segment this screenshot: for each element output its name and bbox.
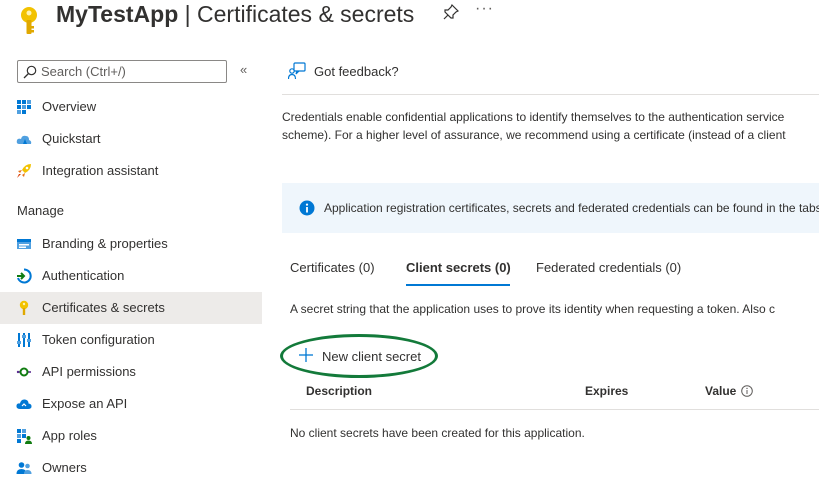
search-input[interactable] bbox=[41, 63, 221, 80]
sidebar-item-app-roles[interactable]: App roles bbox=[0, 420, 262, 452]
sidebar-item-overview[interactable]: Overview bbox=[0, 91, 262, 123]
sidebar-item-label: Token configuration bbox=[42, 332, 155, 347]
key-icon bbox=[19, 300, 29, 315]
plus-icon bbox=[299, 348, 313, 362]
sidebar-item-branding[interactable]: Branding & properties bbox=[0, 228, 262, 260]
sidebar-item-api-permissions[interactable]: API permissions bbox=[0, 356, 262, 388]
info-banner: Application registration certificates, s… bbox=[282, 183, 819, 233]
new-client-secret-button[interactable]: New client secret bbox=[286, 338, 446, 376]
sidebar-item-authentication[interactable]: Authentication bbox=[0, 260, 262, 292]
sidebar-item-label: API permissions bbox=[42, 364, 136, 379]
token-icon bbox=[17, 333, 31, 347]
sidebar-item-quickstart[interactable]: Quickstart bbox=[0, 123, 262, 155]
search-icon bbox=[23, 65, 37, 79]
sidebar-item-label: Overview bbox=[42, 99, 97, 114]
app-name: MyTestApp bbox=[56, 1, 179, 27]
sidebar-item-label: Branding & properties bbox=[42, 236, 168, 251]
pin-icon[interactable] bbox=[443, 4, 459, 20]
secrets-table-header: Description Expires Value bbox=[290, 380, 819, 410]
active-tab-indicator bbox=[406, 284, 510, 286]
sidebar-item-label: Authentication bbox=[42, 268, 125, 283]
column-header-expires: Expires bbox=[585, 384, 629, 398]
branding-icon bbox=[17, 239, 31, 249]
info-banner-text: Application registration certificates, s… bbox=[324, 201, 819, 215]
toolbar-divider bbox=[282, 94, 819, 95]
description-line: Credentials enable confidential applicat… bbox=[282, 110, 785, 124]
sidebar-item-expose-api[interactable]: Expose an API bbox=[0, 388, 262, 420]
sidebar-item-label: Integration assistant bbox=[42, 163, 159, 178]
rocket-icon bbox=[17, 164, 31, 178]
owners-icon bbox=[16, 462, 32, 474]
cloud-icon bbox=[16, 399, 32, 409]
sidebar-item-label: Certificates & secrets bbox=[42, 300, 165, 315]
sidebar: « Overview Quickstart Integration assist… bbox=[0, 56, 262, 479]
authentication-icon bbox=[17, 268, 32, 284]
tab-federated-credentials[interactable]: Federated credentials (0) bbox=[536, 260, 681, 275]
feedback-label: Got feedback? bbox=[314, 64, 399, 79]
info-icon bbox=[299, 200, 315, 216]
page-title-text: Certificates & secrets bbox=[197, 1, 415, 27]
sidebar-item-certificates-secrets[interactable]: Certificates & secrets bbox=[0, 292, 262, 324]
section-title-manage: Manage bbox=[17, 203, 64, 218]
description-line: scheme). For a higher level of assurance… bbox=[282, 128, 786, 142]
client-secret-description: A secret string that the application use… bbox=[290, 302, 775, 316]
column-header-description: Description bbox=[306, 384, 373, 398]
page-description: Credentials enable confidential applicat… bbox=[282, 108, 819, 144]
empty-table-message: No client secrets have been created for … bbox=[290, 426, 585, 440]
key-icon bbox=[21, 7, 37, 34]
more-options-button[interactable]: ··· bbox=[475, 0, 494, 18]
page-header: MyTestApp | Certificates & secrets ··· bbox=[0, 0, 819, 44]
collapse-sidebar-button[interactable]: « bbox=[240, 62, 247, 77]
sidebar-item-label: Expose an API bbox=[42, 396, 128, 411]
feedback-icon bbox=[288, 62, 306, 80]
title-separator: | bbox=[178, 1, 198, 27]
quickstart-icon bbox=[16, 135, 32, 144]
sidebar-item-integration-assistant[interactable]: Integration assistant bbox=[0, 155, 262, 187]
main-content: Got feedback? Credentials enable confide… bbox=[262, 44, 819, 479]
tab-certificates[interactable]: Certificates (0) bbox=[290, 260, 375, 275]
search-box[interactable] bbox=[17, 60, 227, 83]
sidebar-item-token-configuration[interactable]: Token configuration bbox=[0, 324, 262, 356]
app-roles-icon bbox=[17, 429, 32, 444]
overview-icon bbox=[17, 100, 31, 114]
column-header-value: Value bbox=[705, 384, 737, 398]
sidebar-item-label: Owners bbox=[42, 460, 87, 475]
page-title: MyTestApp | Certificates & secrets bbox=[56, 0, 414, 28]
info-outline-icon[interactable] bbox=[741, 385, 753, 397]
sidebar-item-owners[interactable]: Owners bbox=[0, 452, 262, 479]
sidebar-item-label: App roles bbox=[42, 428, 97, 443]
api-permissions-icon bbox=[16, 367, 31, 377]
tab-client-secrets[interactable]: Client secrets (0) bbox=[406, 260, 511, 275]
new-client-secret-label: New client secret bbox=[322, 349, 421, 364]
sidebar-item-label: Quickstart bbox=[42, 131, 101, 146]
